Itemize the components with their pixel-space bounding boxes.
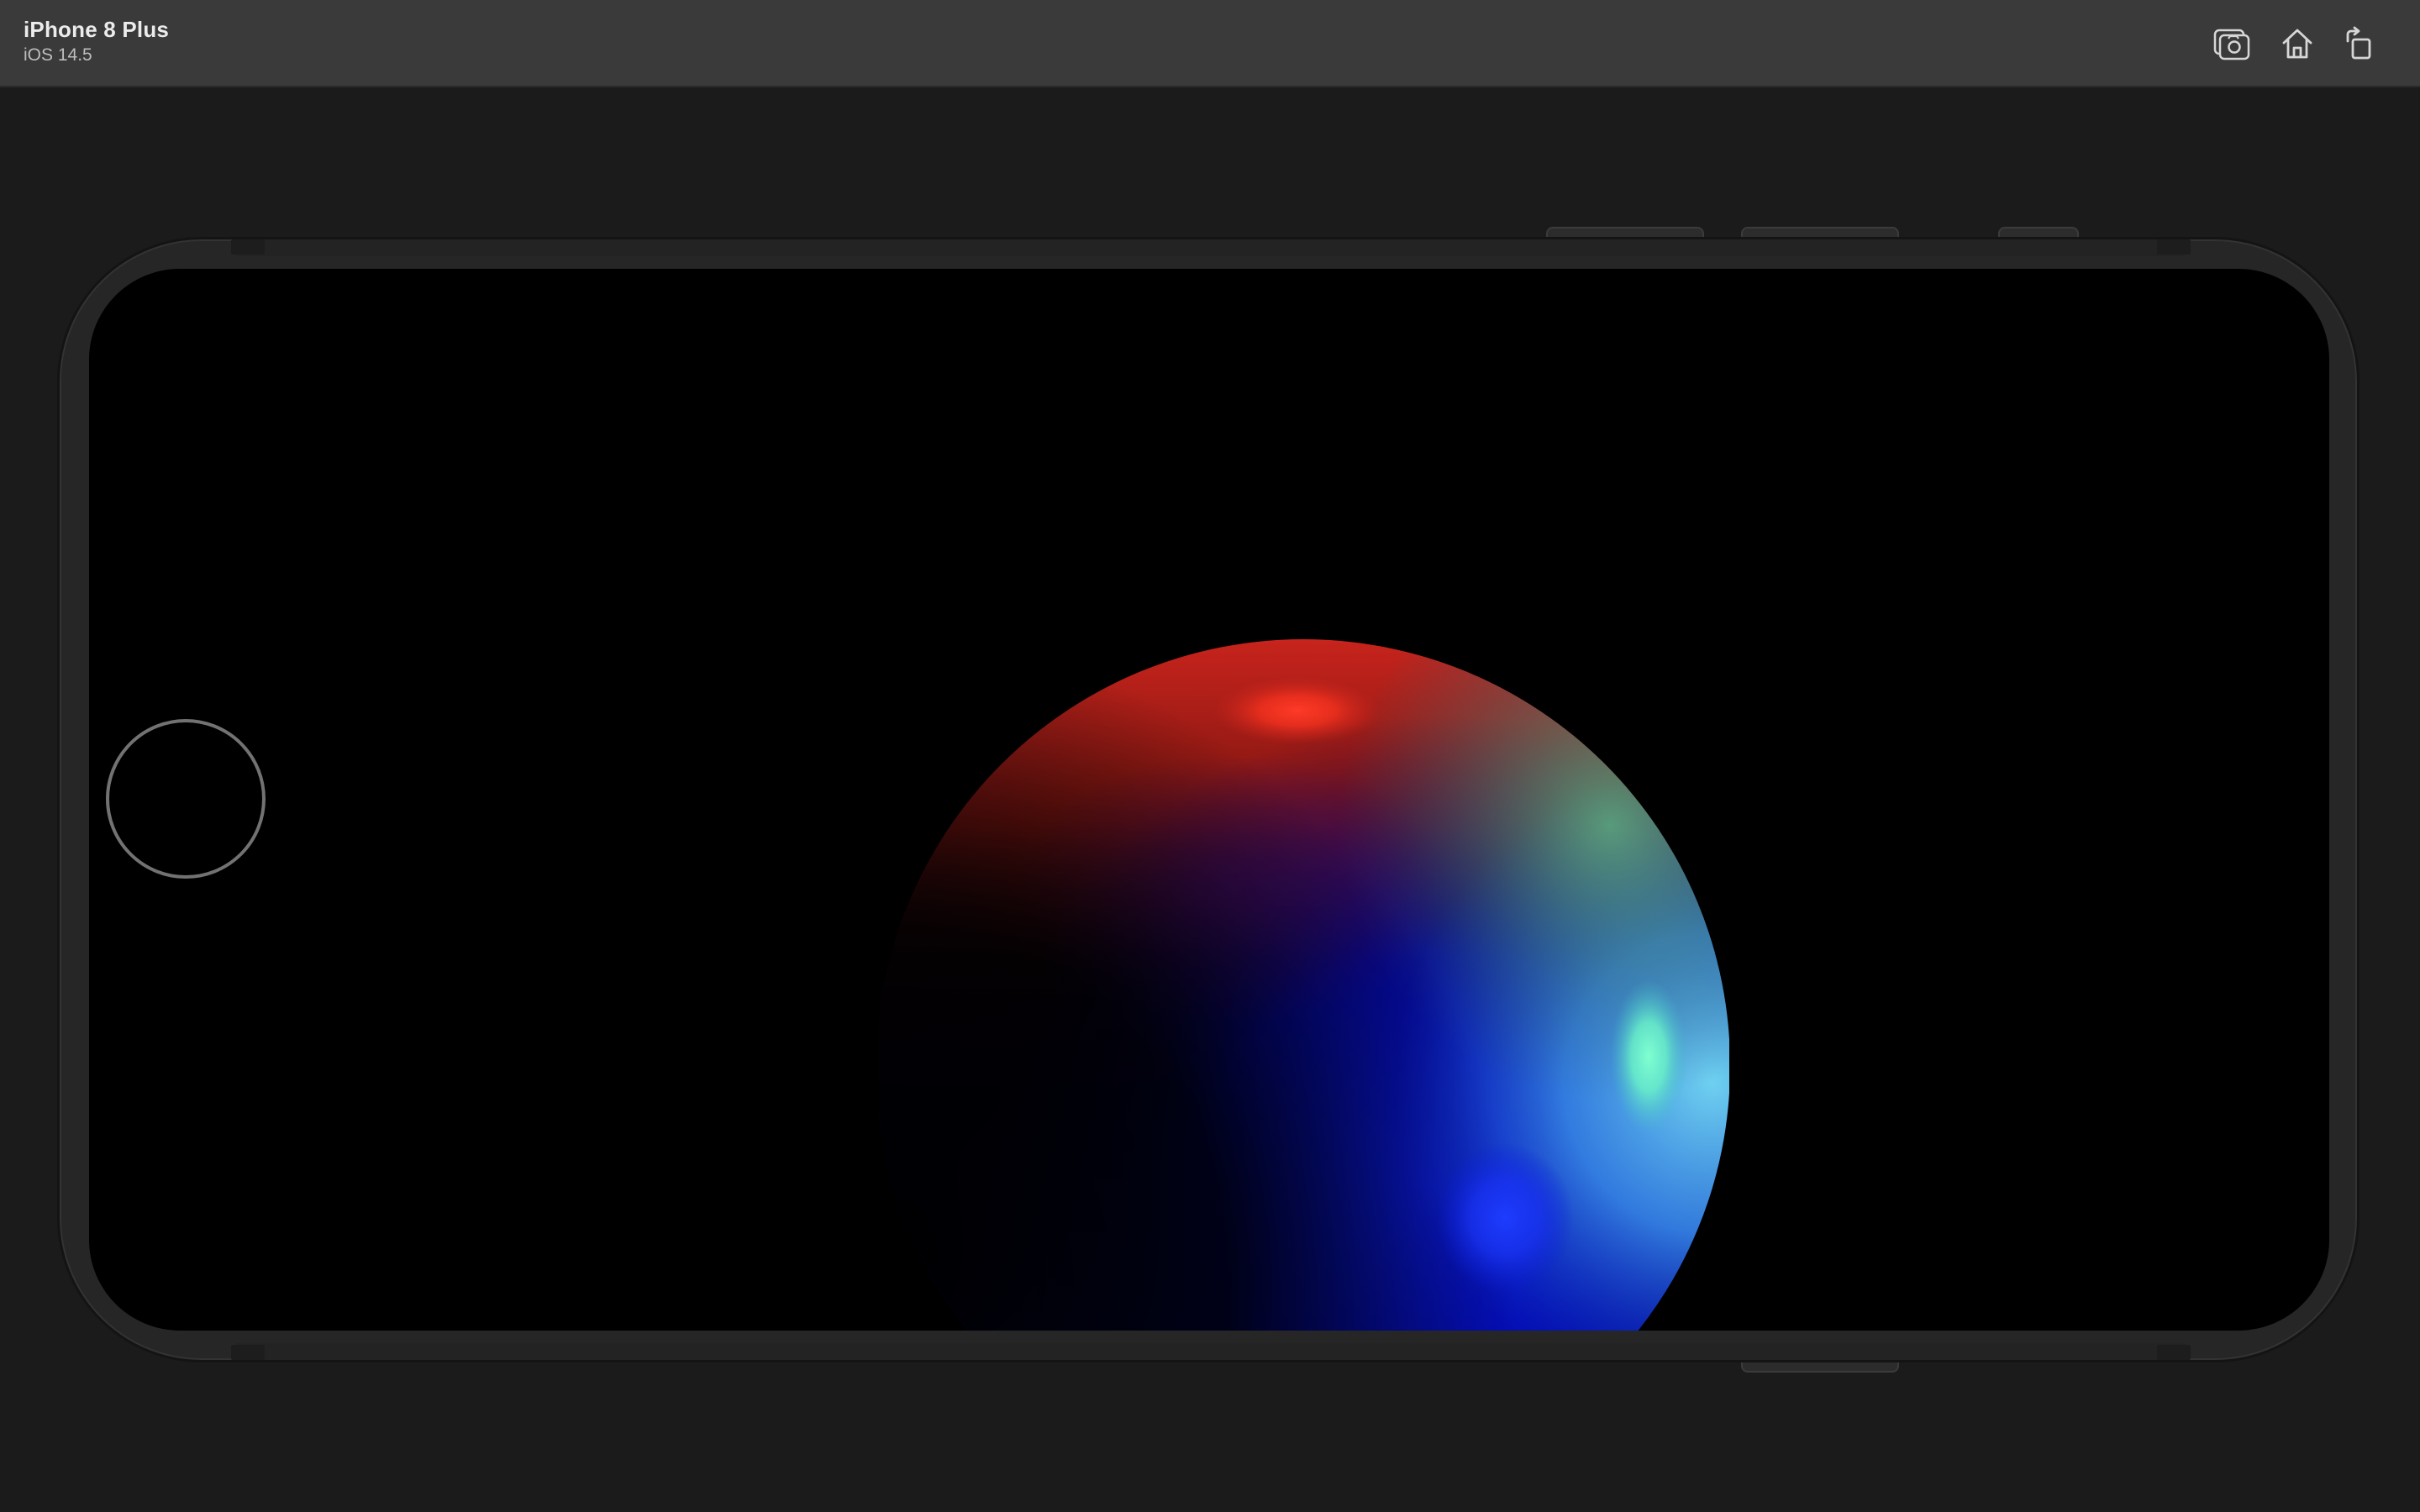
device-name: iPhone 8 Plus xyxy=(24,17,170,42)
rotate-icon xyxy=(2346,26,2371,60)
title-bar: iPhone 8 Plus iOS 14.5 xyxy=(0,0,2420,87)
rotate-button[interactable] xyxy=(2338,22,2381,66)
os-version: iOS 14.5 xyxy=(24,45,92,65)
scene-sphere[interactable] xyxy=(879,637,1729,1331)
frame-band-bottom xyxy=(231,1343,2191,1360)
power-button xyxy=(1741,1361,1899,1373)
home-icon xyxy=(2282,29,2312,59)
device-screen[interactable] xyxy=(89,269,2329,1331)
frame-band-top xyxy=(231,239,2191,256)
device-home-button[interactable] xyxy=(106,719,266,879)
camera-icon xyxy=(2213,29,2250,60)
simulator-window: iPhone 8 Plus iOS 14.5 xyxy=(0,0,2420,1512)
screenshot-button[interactable] xyxy=(2210,22,2254,66)
home-toolbar-button[interactable] xyxy=(2275,22,2319,66)
